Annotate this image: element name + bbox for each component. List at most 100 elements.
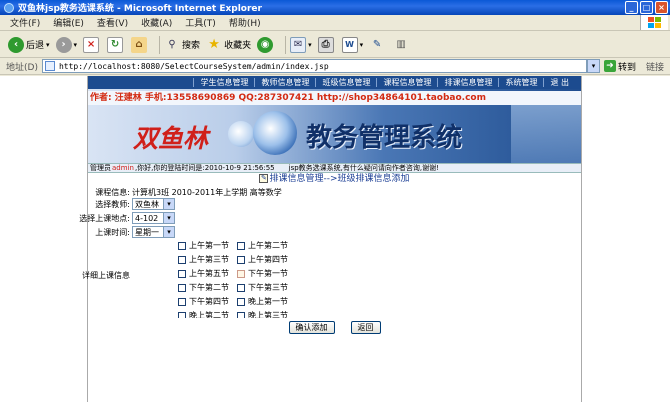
menu-file[interactable]: 文件(F) (10, 16, 40, 29)
place-select[interactable]: 4-102 ▾ (132, 212, 175, 224)
back-button[interactable]: ‹ 后退 ▾ (8, 36, 50, 53)
chevron-down-icon: ▾ (163, 213, 174, 223)
stop-icon: × (83, 36, 100, 53)
media-icon: ◉ (257, 36, 274, 53)
windows-logo-icon (640, 15, 668, 30)
back-arrow-icon: ‹ (8, 36, 24, 53)
star-icon: ★ (208, 37, 220, 52)
maximize-button[interactable]: □ (640, 1, 653, 14)
home-icon: ⌂ (131, 36, 148, 53)
nav-system[interactable]: 系统管理 (498, 78, 543, 87)
nav-class-info[interactable]: 班级信息管理 (315, 78, 376, 87)
nav-schedule-info[interactable]: 排课信息管理 (437, 78, 498, 87)
period-checkbox[interactable]: 上午第一节 (178, 240, 229, 251)
toolbar-separator (285, 35, 287, 54)
time-label: 上课时间: (95, 227, 130, 237)
period-checkbox[interactable]: 下午第二节 (178, 282, 229, 293)
address-input[interactable]: http://localhost:8080/SelectCourseSystem… (41, 59, 587, 73)
address-dropdown-button[interactable]: ▾ (586, 59, 600, 73)
title-bar: 双鱼林jsp教务选课系统 - Microsoft Internet Explor… (0, 0, 670, 15)
forward-arrow-icon: › (55, 36, 72, 53)
print-button[interactable]: ⎙ (317, 36, 336, 53)
mail-button[interactable]: ✉ ▾ (290, 36, 312, 53)
edit-icon: ✎ (259, 174, 269, 183)
weekday-select[interactable]: 星期一 ▾ (132, 226, 175, 238)
menu-edit[interactable]: 编辑(E) (53, 16, 84, 29)
period-checkbox[interactable]: 上午第五节 (178, 268, 229, 279)
menu-help[interactable]: 帮助(H) (229, 16, 261, 29)
links-toolbar[interactable]: 链接 (646, 60, 664, 73)
breadcrumb: ✎ 排课信息管理-->班级排课信息添加 (259, 174, 410, 184)
discuss-icon: ✎ (372, 39, 382, 50)
banner-building-image (511, 105, 581, 163)
back-button[interactable]: 返回 (350, 321, 381, 334)
search-button[interactable]: ⚲ 搜索 (164, 37, 200, 53)
period-checkbox[interactable]: 晚上第一节 (237, 296, 288, 307)
brand-name: 双鱼林 (133, 124, 209, 153)
period-checkbox[interactable]: 下午第三节 (237, 282, 288, 293)
search-icon: ⚲ (168, 39, 176, 50)
menu-bar: 文件(F) 编辑(E) 查看(V) 收藏(A) 工具(T) 帮助(H) (0, 15, 670, 31)
nav-teacher-info[interactable]: 教师信息管理 (254, 78, 315, 87)
marquee-notice: jsp教务选课系统,有什么疑问请向作者咨询,谢谢! (288, 164, 439, 172)
chevron-down-icon: ▾ (73, 40, 78, 49)
research-icon: ▥ (396, 39, 406, 50)
banner: 作者: 汪建林 手机:13558690869 QQ:287307421 http… (88, 89, 581, 163)
page-container: 学生信息管理 教师信息管理 班级信息管理 课程信息管理 排课信息管理 系统管理 … (87, 76, 582, 402)
form-actions: 确认添加 返回 (104, 318, 565, 337)
banner-orb (253, 111, 297, 155)
address-label: 地址(D) (6, 62, 38, 73)
minimize-button[interactable]: _ (625, 1, 638, 14)
teacher-row: 选择教师: 双鱼林 ▾ (50, 198, 175, 210)
refresh-button[interactable]: ↻ (107, 36, 125, 53)
place-label: 选择上课地点: (79, 213, 130, 223)
chevron-down-icon: ▾ (308, 40, 312, 49)
period-checkbox[interactable]: 上午第三节 (178, 254, 229, 265)
home-button[interactable]: ⌂ (131, 36, 149, 53)
detail-label: 详细上课信息 (82, 271, 130, 280)
period-checkbox[interactable]: 上午第二节 (237, 240, 288, 251)
confirm-add-button[interactable]: 确认添加 (288, 321, 335, 334)
address-bar: 地址(D) http://localhost:8080/SelectCourse… (0, 58, 670, 75)
login-time: ,你好,你的登陆时间是:2010-10-9 21:56:55 (134, 164, 275, 172)
nav-logout[interactable]: 退 出 (543, 78, 575, 87)
page-icon (44, 61, 55, 71)
browser-viewport: 学生信息管理 教师信息管理 班级信息管理 课程信息管理 排课信息管理 系统管理 … (0, 76, 670, 402)
course-info-label: 课程信息: (95, 188, 130, 197)
author-line: 作者: 汪建林 手机:13558690869 QQ:287307421 http… (88, 91, 581, 105)
chevron-down-icon: ▾ (46, 40, 50, 49)
chevron-down-icon: ▾ (163, 227, 174, 237)
banner-orb-small (228, 121, 254, 147)
go-button[interactable]: ➜ 转到 (603, 60, 636, 73)
period-checkbox[interactable]: 上午第四节 (237, 254, 288, 265)
edit-button[interactable]: W ▾ (341, 36, 364, 53)
menu-tools[interactable]: 工具(T) (185, 16, 216, 29)
nav-student-info[interactable]: 学生信息管理 (193, 78, 254, 87)
course-info-row: 课程信息: 计算机3班 2010-2011年上学期 高等数学 (50, 187, 281, 198)
favorites-button[interactable]: ★ 收藏夹 (206, 37, 251, 53)
stop-button[interactable]: × (83, 36, 101, 53)
messenger-button[interactable]: ▥ (393, 37, 411, 53)
address-url: http://localhost:8080/SelectCourseSystem… (58, 61, 329, 71)
discuss-button[interactable]: ✎ (369, 37, 387, 53)
main-nav: 学生信息管理 教师信息管理 班级信息管理 课程信息管理 排课信息管理 系统管理 … (88, 76, 581, 89)
detail-row: 详细上课信息 (50, 270, 132, 281)
menu-favorites[interactable]: 收藏(A) (141, 16, 172, 29)
chevron-down-icon: ▾ (359, 40, 364, 49)
window-title: 双鱼林jsp教务选课系统 - Microsoft Internet Explor… (18, 4, 262, 14)
chevron-down-icon: ▾ (163, 199, 174, 209)
period-checkbox[interactable]: 下午第四节 (178, 296, 229, 307)
forward-button[interactable]: › ▾ (55, 36, 78, 53)
go-arrow-icon: ➜ (603, 60, 616, 72)
refresh-icon: ↻ (107, 36, 124, 53)
teacher-select[interactable]: 双鱼林 ▾ (132, 198, 175, 210)
close-button[interactable]: × (655, 1, 668, 14)
username: admin (112, 164, 134, 172)
time-row: 上课时间: 星期一 ▾ (50, 226, 175, 238)
word-icon: W (341, 36, 358, 53)
nav-course-info[interactable]: 课程信息管理 (376, 78, 437, 87)
menu-view[interactable]: 查看(V) (97, 16, 128, 29)
media-button[interactable]: ◉ (257, 36, 275, 53)
teacher-label: 选择教师: (95, 199, 130, 209)
period-checkbox[interactable]: 下午第一节 (237, 268, 288, 279)
